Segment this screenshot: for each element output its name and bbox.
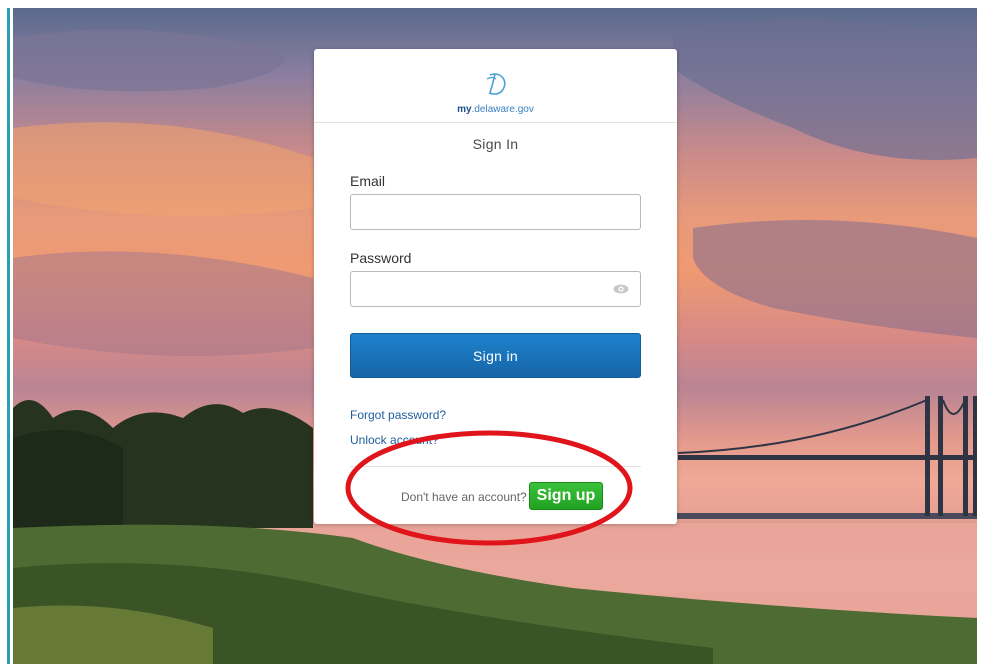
forgot-password-link[interactable]: Forgot password?	[350, 408, 446, 422]
logo-my-text: my	[457, 104, 472, 115]
divider	[350, 466, 641, 467]
eye-icon[interactable]	[613, 284, 629, 294]
left-border-strip	[0, 0, 10, 664]
logo-domain-text: .delaware.gov	[471, 104, 534, 115]
logo-header: my.delaware.gov	[314, 49, 677, 123]
top-border-strip	[0, 0, 983, 8]
sign-in-button[interactable]: Sign in	[350, 333, 641, 378]
password-label: Password	[350, 250, 412, 266]
page-title: Sign In	[472, 136, 519, 152]
email-label: Email	[350, 173, 386, 189]
sign-up-button[interactable]: Sign up	[529, 482, 603, 510]
unlock-account-link[interactable]: Unlock account?	[350, 433, 439, 447]
screenshot-scene: my.delaware.gov Sign In Email Password S…	[0, 0, 983, 664]
delaware-d-logo-icon	[486, 73, 506, 95]
signup-prompt: Don't have an account?	[401, 490, 527, 504]
email-field[interactable]	[350, 194, 641, 230]
password-field[interactable]	[350, 271, 641, 307]
sign-in-card: my.delaware.gov Sign In Email Password S…	[314, 49, 677, 524]
right-border-strip	[977, 0, 983, 664]
signup-row: Don't have an account? Sign up	[314, 482, 677, 512]
logo-wordmark: my.delaware.gov	[314, 104, 677, 115]
